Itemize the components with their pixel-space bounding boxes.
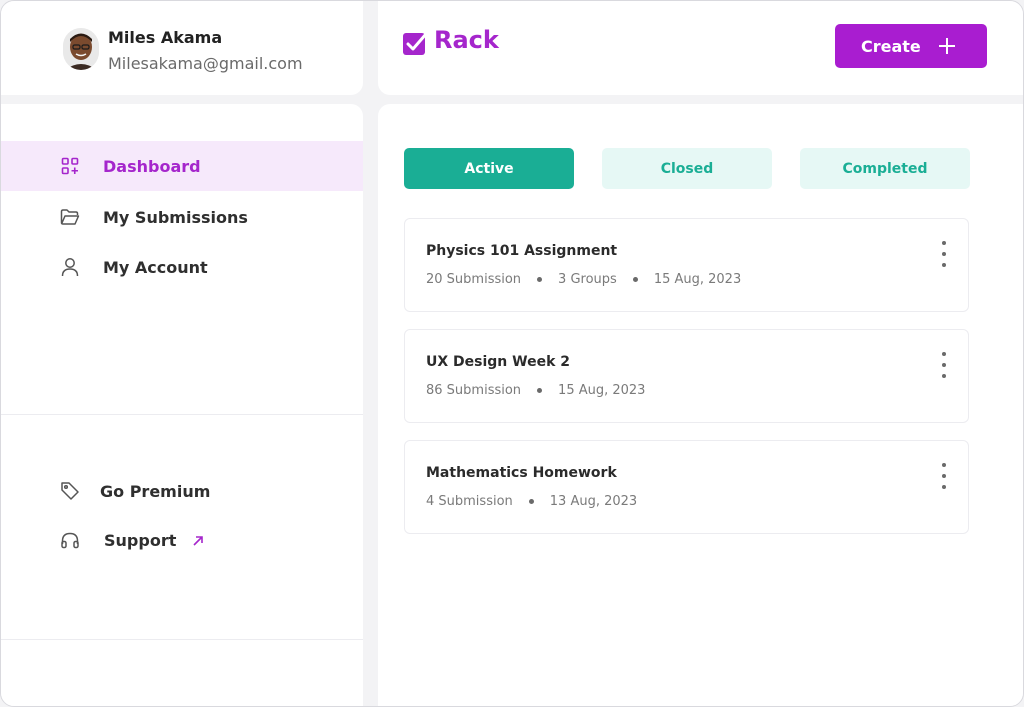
sidebar-divider	[1, 414, 363, 415]
plus-icon	[937, 36, 957, 56]
more-options-icon[interactable]	[940, 463, 948, 489]
sidebar: Dashboard My Submissions My Account Go P…	[1, 104, 363, 706]
main-content: Active Closed Completed Physics 101 Assi…	[378, 104, 1023, 706]
assignment-title: UX Design Week 2	[426, 354, 571, 370]
assignment-card[interactable]: UX Design Week 2 86 Submission 15 Aug, 2…	[404, 329, 969, 423]
assignment-title: Physics 101 Assignment	[426, 243, 618, 259]
avatar	[63, 28, 99, 70]
sidebar-item-label: Support	[104, 530, 177, 550]
sidebar-item-dashboard[interactable]: Dashboard	[1, 141, 363, 191]
sidebar-item-label: Dashboard	[103, 156, 201, 176]
separator-dot	[537, 277, 543, 282]
folder-icon	[59, 206, 81, 228]
separator-dot	[632, 277, 638, 282]
tag-icon	[59, 480, 81, 502]
create-button[interactable]: Create	[835, 24, 987, 68]
tab-closed[interactable]: Closed	[602, 148, 772, 189]
tab-active[interactable]: Active	[404, 148, 574, 189]
create-button-label: Create	[861, 36, 921, 56]
assignment-date: 15 Aug, 2023	[653, 272, 742, 287]
headphones-icon	[59, 529, 81, 551]
profile-email: Milesakama@gmail.com	[108, 54, 303, 73]
assignment-card[interactable]: Mathematics Homework 4 Submission 13 Aug…	[404, 440, 969, 534]
submission-count: 20 Submission	[426, 272, 522, 287]
assignment-meta: 4 Submission 13 Aug, 2023	[426, 494, 637, 509]
dashboard-icon	[59, 155, 81, 177]
assignment-title: Mathematics Homework	[426, 465, 617, 481]
sidebar-item-go-premium[interactable]: Go Premium	[1, 471, 363, 511]
sidebar-item-label: My Account	[103, 257, 208, 277]
user-icon	[59, 256, 81, 278]
submission-count: 4 Submission	[426, 494, 513, 509]
separator-dot	[537, 388, 543, 393]
assignment-card[interactable]: Physics 101 Assignment 20 Submission 3 G…	[404, 218, 969, 312]
assignment-date: 15 Aug, 2023	[558, 383, 646, 398]
profile-card[interactable]: Miles Akama Milesakama@gmail.com	[1, 1, 363, 95]
brand-logo: Rack	[434, 26, 499, 54]
sidebar-item-support[interactable]: Support	[1, 520, 363, 560]
app-window: Miles Akama Milesakama@gmail.com Dashboa…	[0, 0, 1024, 707]
group-count: 3 Groups	[558, 272, 617, 287]
checkbox-logo-icon	[402, 30, 428, 56]
assignment-meta: 20 Submission 3 Groups 15 Aug, 2023	[426, 272, 741, 287]
more-options-icon[interactable]	[940, 352, 948, 378]
sidebar-item-my-account[interactable]: My Account	[1, 242, 363, 292]
separator-dot	[528, 499, 534, 504]
sidebar-divider	[1, 639, 363, 640]
submission-count: 86 Submission	[426, 383, 522, 398]
sidebar-item-my-submissions[interactable]: My Submissions	[1, 192, 363, 242]
assignment-date: 13 Aug, 2023	[549, 494, 638, 509]
assignment-meta: 86 Submission 15 Aug, 2023	[426, 383, 645, 398]
top-header: Rack Create	[378, 1, 1023, 95]
tab-completed[interactable]: Completed	[800, 148, 970, 189]
more-options-icon[interactable]	[940, 241, 948, 267]
external-link-icon	[191, 533, 205, 547]
profile-name: Miles Akama	[108, 28, 223, 47]
sidebar-item-label: My Submissions	[103, 207, 248, 227]
sidebar-item-label: Go Premium	[100, 481, 211, 501]
